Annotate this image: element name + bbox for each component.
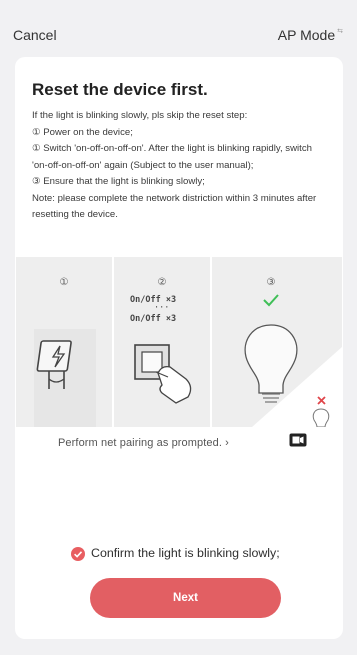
wall-switch-icon [134,344,192,404]
video-icon[interactable] [289,433,307,447]
ap-mode-label: AP Mode [277,27,336,43]
power-plug-icon [34,329,96,427]
instruction-line: ① Switch 'on-off-on-off-on'. After the l… [32,143,312,171]
instruction-line: ① Power on the device; [32,126,133,138]
onoff-label: On/Off ×3 [130,314,177,324]
instruction-line: If the light is blinking slowly, pls ski… [32,110,248,121]
page-title: Reset the device first. [32,80,208,99]
cancel-button[interactable]: Cancel [13,27,57,43]
light-bulb-illustration [244,294,342,427]
step-1-panel: ① [16,257,112,427]
step-2-number: ② [157,277,167,288]
net-pairing-prompt-link[interactable]: Perform net pairing as prompted. › [58,437,229,449]
step-1-number: ① [59,277,69,288]
ap-mode-button[interactable]: AP Mode ⇆ [278,27,343,43]
onoff-dots: ··· [154,303,170,313]
switch-mode-icon: ⇆ [337,28,343,35]
instruction-line: ③ Ensure that the light is blinking slow… [32,176,205,187]
reset-illustration: ① ② On/Off ×3 ··· On/Off ×3 ③ [16,257,342,427]
instruction-line: Note: please complete the network distri… [32,192,317,221]
step-2-panel: ② On/Off ×3 ··· On/Off ×3 [114,257,210,427]
confirm-label: Confirm the light is blinking slowly; [91,546,280,560]
next-button[interactable]: Next [90,578,281,618]
instructions: If the light is blinking slowly, pls ski… [32,108,324,224]
top-bar: Cancel AP Mode ⇆ [0,0,357,62]
step-3-panel: ③ [212,257,342,427]
checkbox-checked-icon[interactable] [71,547,85,561]
